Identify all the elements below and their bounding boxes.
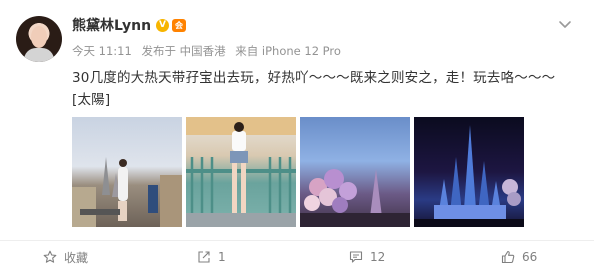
post-text: 30几度的大热天带孖宝出去玩，好热吖～～～既来之则安之，走！玩去咯～～～[太陽] [72, 70, 556, 108]
star-icon [43, 250, 57, 263]
comment-count: 12 [370, 250, 386, 264]
castle-street-photo [72, 157, 182, 227]
post-meta: 今天 11:11 发布于 中国香港 来自 iPhone 12 Pro [72, 43, 347, 59]
favorite-label: 收藏 [64, 250, 89, 265]
post-location: 发布于 中国香港 [141, 44, 226, 58]
like-count: 66 [522, 250, 538, 264]
post-time[interactable]: 今天 11:11 [72, 44, 132, 58]
more-options-chevron-icon[interactable] [555, 14, 575, 34]
action-bar-divider [0, 240, 594, 241]
share-icon [198, 251, 210, 263]
thumbs-up-icon [501, 250, 515, 264]
share-button[interactable]: 1 [197, 246, 226, 268]
favorite-button[interactable]: 收藏 [43, 246, 88, 268]
verified-badge-icon: V [156, 18, 170, 32]
weibo-post-card: 熊黛林Lynn V 会 今天 11:11 发布于 中国香港 来自 iPhone … [0, 0, 594, 276]
avatar[interactable] [16, 16, 62, 62]
fence-pose-photo [186, 117, 296, 227]
author-row: 熊黛林Lynn V 会 [72, 15, 187, 35]
comment-icon [349, 251, 363, 263]
comment-button[interactable]: 12 [349, 246, 385, 268]
member-badge-icon: 会 [172, 18, 187, 32]
post-image-3[interactable] [300, 117, 410, 227]
post-image-1[interactable] [72, 117, 182, 227]
night-castle-photo [414, 125, 524, 227]
avatar-body [24, 48, 54, 62]
balloons-photo [300, 169, 410, 227]
post-device: 来自 iPhone 12 Pro [235, 44, 341, 58]
avatar-face [31, 26, 47, 48]
post-image-2[interactable] [186, 117, 296, 227]
post-image-4[interactable] [414, 117, 524, 227]
like-button[interactable]: 66 [501, 246, 537, 268]
username[interactable]: 熊黛林Lynn [72, 15, 151, 35]
share-count: 1 [218, 250, 226, 264]
